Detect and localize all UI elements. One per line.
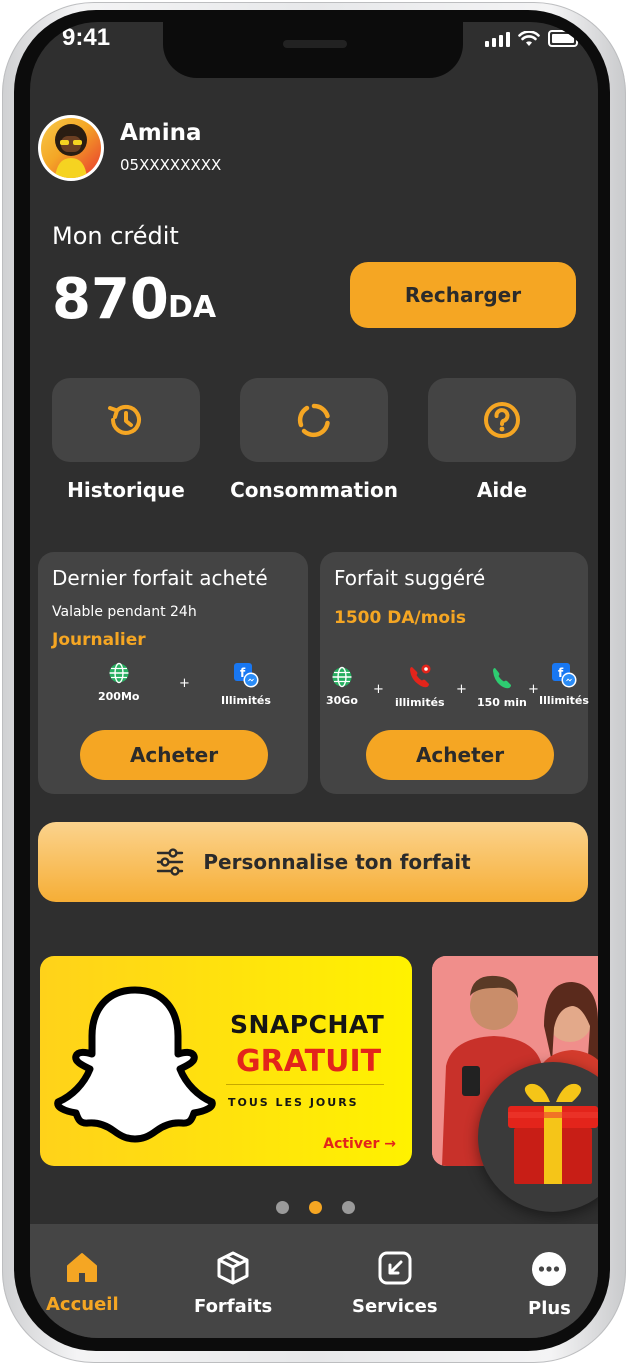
snapchat-ghost-icon — [54, 986, 216, 1143]
gift-button[interactable] — [478, 1062, 598, 1212]
nav-item-plus[interactable]: Plus — [528, 1250, 571, 1319]
signal-icon — [485, 31, 510, 47]
suggested-feature-data-label: 30Go — [326, 694, 358, 707]
status-time: 9:41 — [62, 24, 111, 51]
app-screen: 9:41 Amina 05XXXXXXXX Mon crédit 870 DA … — [30, 22, 598, 1338]
nav-label-forfaits: Forfaits — [194, 1296, 273, 1317]
last-plan-feature-social-label: Illimités — [221, 694, 271, 707]
last-plan-feature-social: f Illimités — [221, 662, 271, 707]
more-icon — [532, 1252, 567, 1286]
last-plan-validity: Valable pendant 24h — [52, 604, 197, 620]
user-name: Amina — [120, 120, 202, 146]
suggested-plan-price: 1500 DA/mois — [334, 608, 467, 628]
nav-label-home: Accueil — [46, 1294, 119, 1315]
last-plan-type: Journalier — [52, 630, 146, 650]
customize-plan-label: Personnalise ton forfait — [203, 850, 471, 874]
history-label: Historique — [67, 478, 185, 502]
credit-currency: DA — [168, 290, 217, 325]
customize-plan-button[interactable]: Personnalise ton forfait — [38, 822, 588, 902]
credit-amount: 870 — [52, 267, 169, 332]
nav-label-services: Services — [352, 1296, 438, 1317]
suggested-plan-buy-button[interactable]: Acheter — [366, 730, 554, 780]
suggested-feature-calls-unlimited-label: illimités — [395, 696, 445, 709]
status-icons — [485, 30, 578, 47]
last-plan-buy-button[interactable]: Acheter — [80, 730, 268, 780]
consumption-label: Consommation — [230, 478, 398, 502]
bottom-nav: Accueil Forfaits Services Plus — [30, 1224, 598, 1338]
suggested-feature-minutes-label: 150 min — [477, 696, 527, 709]
avatar[interactable] — [38, 115, 104, 181]
carousel-dot-active[interactable] — [309, 1201, 322, 1214]
last-plan-card: Dernier forfait acheté Valable pendant 2… — [38, 552, 308, 794]
suggested-feature-social-label: Illimités — [539, 694, 589, 707]
suggested-plan-card: Forfait suggéré 1500 DA/mois 30Go + illi… — [320, 552, 589, 794]
globe-icon — [332, 666, 352, 688]
recharge-button[interactable]: Recharger — [350, 262, 576, 328]
promo-divider — [226, 1084, 384, 1085]
credit-label: Mon crédit — [52, 222, 179, 250]
promo-highlight: GRATUIT — [236, 1044, 382, 1079]
nav-item-services[interactable]: Services — [352, 1250, 438, 1317]
battery-icon — [548, 30, 578, 47]
nav-item-home[interactable]: Accueil — [46, 1250, 119, 1315]
carousel-indicator — [276, 1201, 355, 1214]
user-phone: 05XXXXXXXX — [120, 156, 222, 174]
box-icon — [217, 1251, 249, 1285]
phone-red-icon — [409, 664, 431, 688]
gift-icon — [508, 1083, 598, 1184]
history-tile[interactable] — [52, 378, 200, 462]
suggested-feature-calls-unlimited: illimités — [395, 662, 445, 709]
notch — [163, 22, 463, 78]
home-icon — [67, 1253, 98, 1282]
suggested-feature-minutes: 150 min — [477, 664, 527, 709]
promo-subtitle: TOUS LES JOURS — [228, 1096, 359, 1109]
history-icon — [108, 404, 141, 435]
globe-icon — [109, 662, 129, 684]
help-tile[interactable] — [428, 378, 576, 462]
sliders-icon — [157, 848, 184, 876]
help-label: Aide — [476, 478, 528, 502]
last-plan-feature-data: 200Mo — [98, 662, 139, 703]
help-icon — [484, 402, 520, 438]
consumption-icon — [297, 403, 330, 438]
nav-item-forfaits[interactable]: Forfaits — [194, 1250, 272, 1317]
carousel-dot[interactable] — [276, 1201, 289, 1214]
social-icon: f — [551, 663, 577, 688]
nav-label-plus: Plus — [528, 1298, 571, 1319]
last-plan-feature-data-label: 200Mo — [98, 690, 140, 703]
last-plan-title: Dernier forfait acheté — [52, 566, 268, 590]
services-icon — [378, 1251, 412, 1285]
promo-card-snapchat[interactable]: SNAPCHAT GRATUIT TOUS LES JOURS Activer … — [40, 956, 412, 1166]
suggested-plan-title: Forfait suggéré — [334, 566, 486, 590]
consumption-tile[interactable] — [240, 378, 388, 462]
promo-title: SNAPCHAT — [230, 1010, 385, 1039]
suggested-feature-social: f Illimités — [539, 662, 589, 707]
carousel-dot[interactable] — [342, 1201, 355, 1214]
phone-green-icon — [492, 668, 511, 689]
wifi-icon — [518, 31, 540, 46]
suggested-feature-data: 30Go — [326, 666, 358, 707]
promo-activate-link[interactable]: Activer → — [323, 1136, 396, 1152]
social-icon: f — [233, 663, 259, 688]
